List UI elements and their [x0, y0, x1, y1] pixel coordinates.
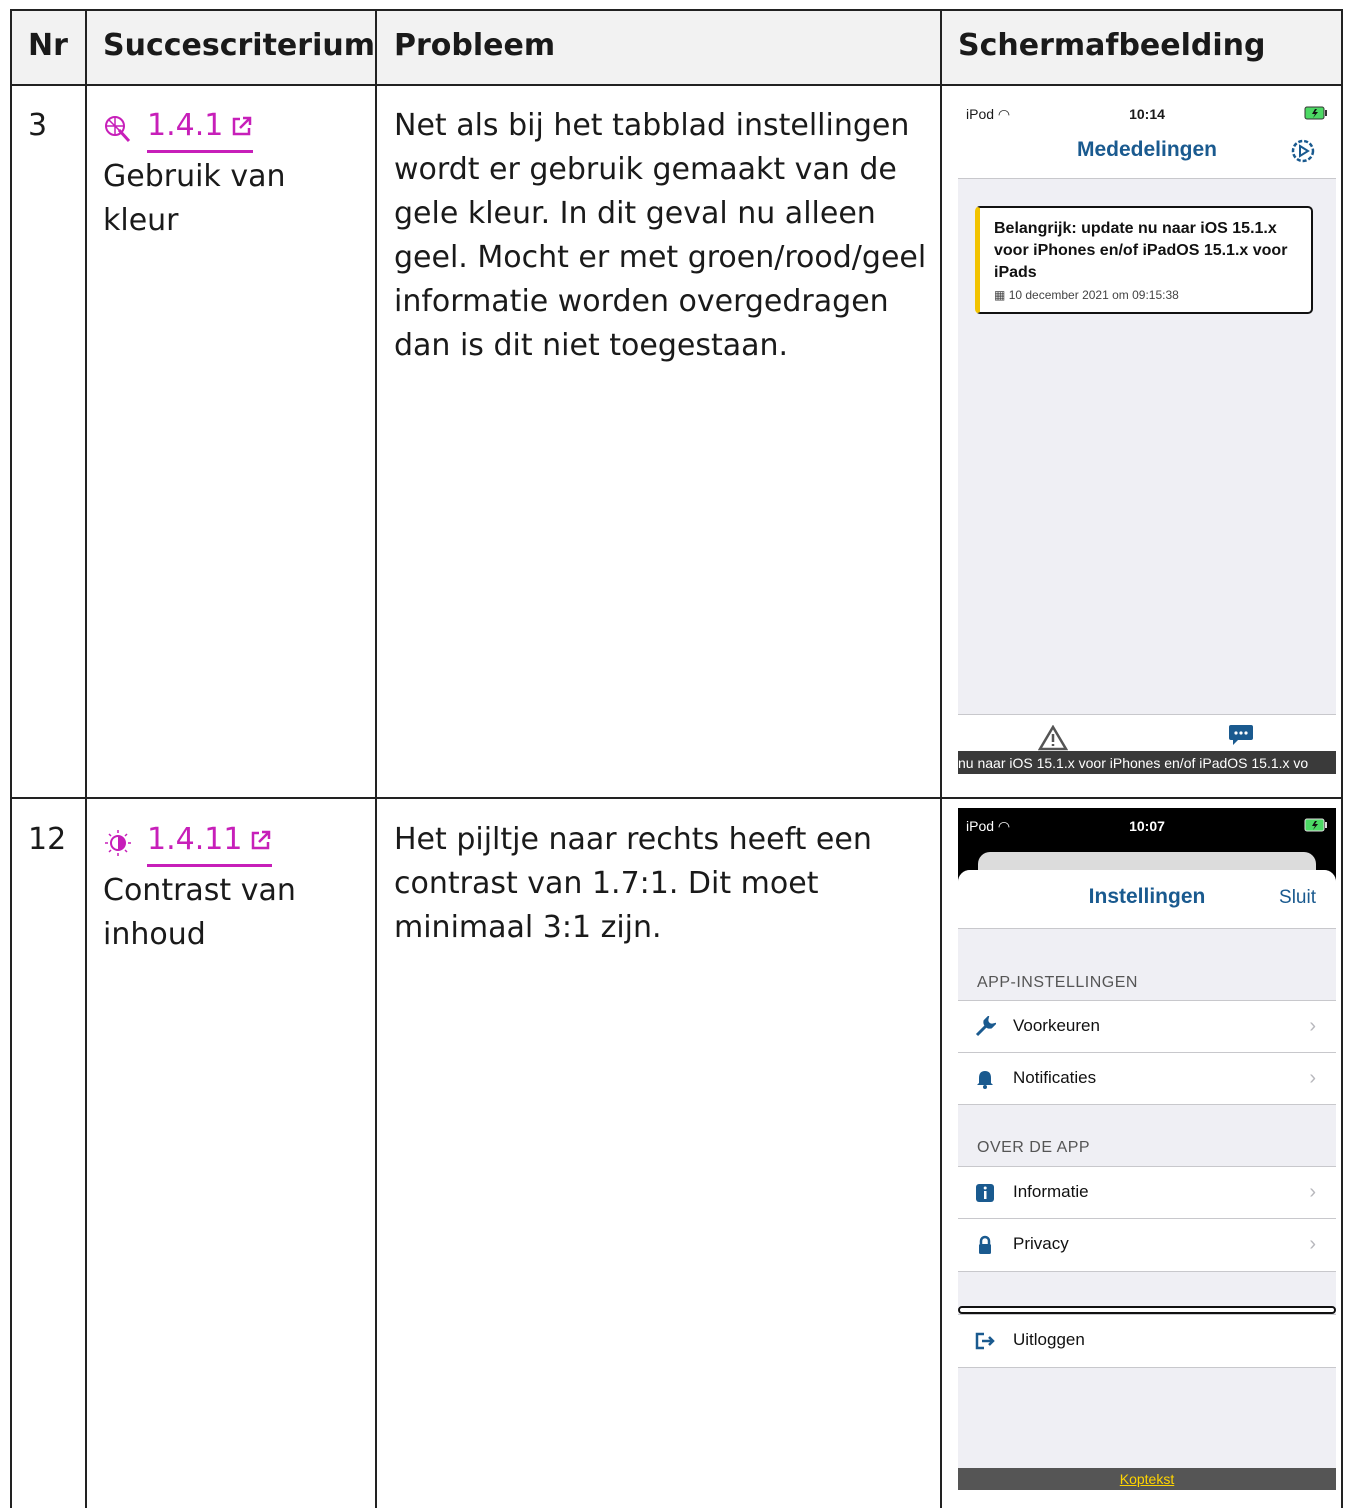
palette-icon	[105, 115, 131, 142]
chevron-right-icon: ›	[1309, 1181, 1316, 1203]
lock-icon	[979, 1235, 991, 1254]
row-1-criterion: 1.4.1 Gebruik van kleur	[103, 104, 365, 243]
criterion-link-1-4-1[interactable]: 1.4.1	[147, 104, 254, 153]
settings-row-privacy[interactable]: Privacy ›	[958, 1218, 1336, 1272]
tab-bar: nu naar iOS 15.1.x voor iPhones en/of iP…	[958, 714, 1336, 774]
battery-icon	[1304, 106, 1328, 123]
criterion-name: Contrast van inhoud	[103, 873, 296, 952]
bell-icon	[977, 1071, 993, 1089]
row-divider	[10, 797, 1343, 799]
row-label: Privacy	[1013, 1234, 1069, 1253]
header-probleem: Probleem	[394, 28, 556, 63]
chevron-right-icon: ›	[1309, 1233, 1316, 1255]
footer-bar: Koptekst	[958, 1468, 1336, 1490]
chevron-right-icon: ›	[1309, 1067, 1316, 1089]
column-divider-1	[85, 9, 87, 1508]
info-icon	[976, 1184, 994, 1202]
row-label: Notificaties	[1013, 1068, 1097, 1087]
screenshot-mededelingen: iPod ◠ 10:14 Mededelingen Belangrijk: up…	[958, 94, 1336, 774]
notification-card[interactable]: Belangrijk: update nu naar iOS 15.1.x vo…	[975, 206, 1313, 314]
column-divider-3	[940, 9, 942, 1508]
close-button[interactable]: Sluit	[1279, 887, 1316, 909]
screenshot-instellingen: iPod ◠ 10:07 Instellingen Sluit APP-INST…	[958, 808, 1336, 1490]
gear-icon[interactable]	[1290, 138, 1316, 164]
warning-icon[interactable]	[1038, 725, 1068, 751]
clock: 10:14	[1129, 106, 1165, 122]
row-2-problem: Het pijltje naar rechts heeft een contra…	[394, 822, 872, 945]
status-bar: iPod ◠ 10:07	[958, 808, 1336, 848]
section-header-about: OVER DE APP	[958, 1104, 1336, 1157]
criterion-link-label[interactable]: 1.4.1	[147, 104, 223, 148]
header-criterium: Succescriterium	[103, 28, 375, 63]
settings-row-informatie[interactable]: Informatie ›	[958, 1166, 1336, 1219]
table-border-top	[10, 9, 1343, 11]
focus-indicator	[958, 1306, 1336, 1314]
row-label: Informatie	[1013, 1182, 1089, 1201]
row-1-problem: Net als bij het tabblad instellingen wor…	[394, 108, 927, 363]
header-nr: Nr	[28, 28, 68, 63]
settings-row-uitloggen[interactable]: Uitloggen	[958, 1314, 1336, 1368]
sheet-header: Instellingen Sluit	[958, 870, 1336, 929]
screen-title: Mededelingen	[1076, 138, 1218, 161]
row-1-nr: 3	[28, 108, 48, 143]
footer-link[interactable]: Koptekst	[1120, 1471, 1174, 1487]
chat-icon[interactable]	[1228, 723, 1254, 747]
logout-icon	[975, 1332, 995, 1350]
chevron-right-icon: ›	[1309, 1015, 1316, 1037]
external-link-icon	[252, 830, 271, 850]
header-schermafbeelding: Schermafbeelding	[958, 28, 1266, 63]
settings-row-voorkeuren[interactable]: Voorkeuren ›	[958, 1000, 1336, 1053]
settings-sheet: Instellingen Sluit APP-INSTELLINGEN Voor…	[958, 870, 1336, 1490]
card-date: ▦ 10 december 2021 om 09:15:38	[994, 288, 1179, 302]
news-ticker: nu naar iOS 15.1.x voor iPhones en/of iP…	[958, 751, 1336, 774]
status-bar: iPod ◠ 10:14	[958, 94, 1336, 134]
navigation-bar: iPod ◠ 10:14 Mededelingen	[958, 94, 1336, 179]
row-2-nr: 12	[28, 822, 67, 857]
column-divider-2	[375, 9, 377, 1508]
criterion-link-1-4-11[interactable]: 1.4.11	[147, 818, 273, 867]
criterion-name: Gebruik van kleur	[103, 159, 286, 238]
settings-row-notificaties[interactable]: Notificaties ›	[958, 1052, 1336, 1105]
wrench-icon	[975, 1016, 996, 1037]
criterion-link-label[interactable]: 1.4.11	[147, 818, 242, 862]
row-label: Voorkeuren	[1013, 1016, 1100, 1035]
calendar-icon: ▦	[994, 288, 1006, 302]
contrast-icon	[105, 829, 131, 856]
external-link-icon	[233, 116, 252, 136]
row-2-criterion: 1.4.11 Contrast van inhoud	[103, 818, 365, 957]
clock: 10:07	[1129, 818, 1165, 834]
header-divider	[10, 84, 1343, 86]
row-label: Uitloggen	[1013, 1330, 1085, 1349]
card-title: Belangrijk: update nu naar iOS 15.1.x vo…	[994, 220, 1288, 281]
section-header-app-settings: APP-INSTELLINGEN	[977, 974, 1138, 991]
battery-icon	[1304, 818, 1328, 835]
